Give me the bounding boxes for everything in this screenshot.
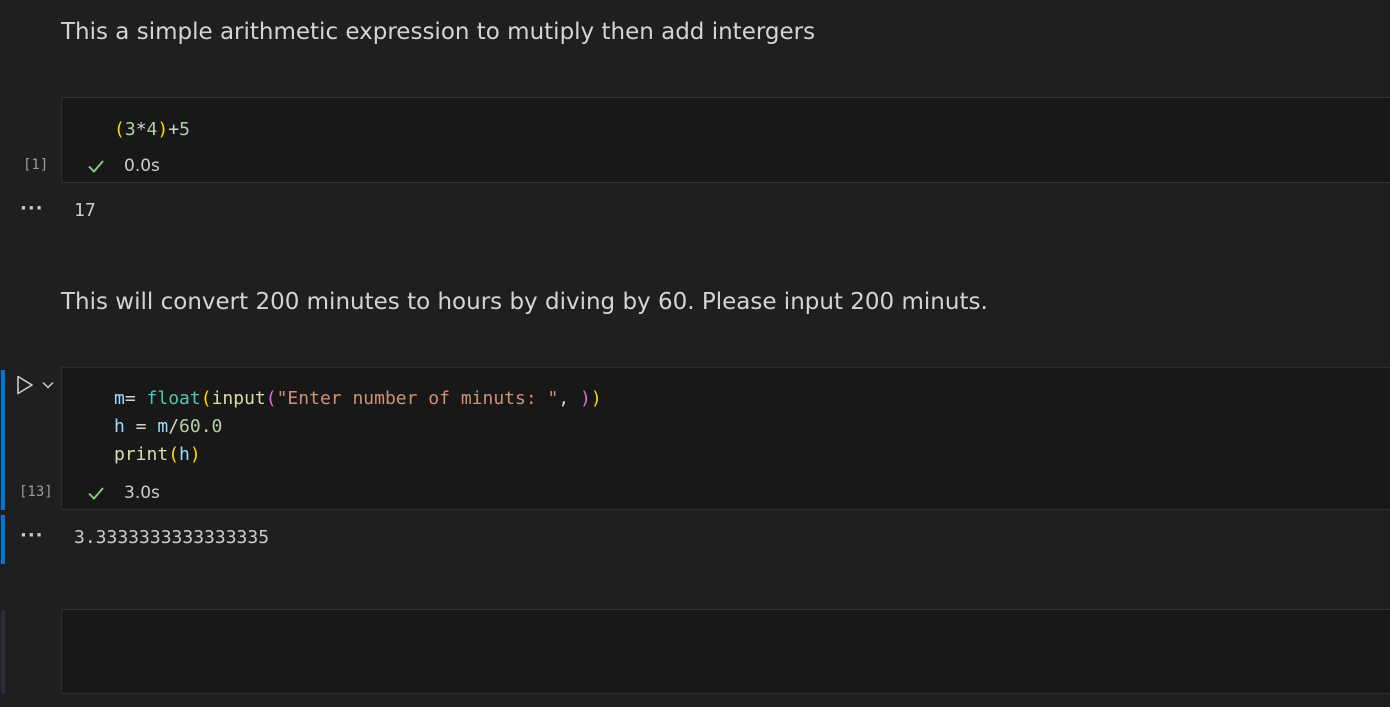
output-more-actions-icon[interactable]: ··· xyxy=(20,198,44,219)
code-cell-arithmetic[interactable]: (3*4)+5 0.0s xyxy=(61,97,1390,183)
execution-count: [1] xyxy=(23,157,49,173)
code-token: , xyxy=(558,388,581,409)
code-token: 60.0 xyxy=(179,416,223,437)
code-token: print xyxy=(114,444,169,465)
chevron-down-icon[interactable] xyxy=(41,378,55,392)
cell-indicator xyxy=(1,610,5,694)
code-editor[interactable]: m= float(input("Enter number of minuts: … xyxy=(114,385,602,469)
code-token: ) xyxy=(157,119,169,140)
code-token: m xyxy=(157,416,169,437)
code-token: = xyxy=(124,416,158,437)
code-cell-convert-minutes[interactable]: m= float(input("Enter number of minuts: … xyxy=(61,367,1390,510)
cell-output: 17 xyxy=(74,200,96,221)
code-token: h xyxy=(179,444,190,465)
code-token: ( xyxy=(265,388,277,409)
code-line[interactable]: print(h) xyxy=(114,441,602,469)
code-token: + xyxy=(168,119,180,140)
code-token: = xyxy=(124,388,147,409)
output-focus-indicator xyxy=(1,515,5,564)
code-token: "Enter number of minuts: " xyxy=(276,388,559,409)
code-token: ( xyxy=(200,388,212,409)
cell-output: 3.3333333333333335 xyxy=(74,527,270,548)
check-icon xyxy=(88,487,104,500)
code-line[interactable]: (3*4)+5 xyxy=(114,116,190,144)
code-token: 4 xyxy=(146,119,158,140)
output-more-actions-icon[interactable]: ··· xyxy=(20,525,44,546)
execution-time: 0.0s xyxy=(124,156,160,176)
code-token: float xyxy=(146,388,201,409)
code-token: / xyxy=(168,416,180,437)
notebook-editor: This a simple arithmetic expression to m… xyxy=(0,0,1390,707)
code-token: 3 xyxy=(124,119,136,140)
code-token: ) xyxy=(580,388,591,409)
code-token: m xyxy=(114,388,125,409)
code-token: ( xyxy=(114,119,125,140)
code-line[interactable]: h = m/60.0 xyxy=(114,413,602,441)
run-controls xyxy=(14,374,55,396)
code-token: ( xyxy=(168,444,180,465)
execution-status: 0.0s xyxy=(86,156,160,176)
execution-status: 3.0s xyxy=(86,483,160,503)
code-token: ) xyxy=(189,444,201,465)
check-icon xyxy=(88,160,104,173)
code-editor[interactable]: (3*4)+5 xyxy=(114,116,190,144)
code-token: * xyxy=(135,119,147,140)
code-token: input xyxy=(211,388,266,409)
run-cell-icon[interactable] xyxy=(14,374,36,396)
code-token: ) xyxy=(590,388,602,409)
code-token: 5 xyxy=(179,119,190,140)
execution-time: 3.0s xyxy=(124,483,160,503)
cell-focus-indicator xyxy=(1,370,5,510)
execution-count: [13] xyxy=(19,484,53,500)
markdown-cell-conversion[interactable]: This will convert 200 minutes to hours b… xyxy=(61,289,988,315)
markdown-cell-intro[interactable]: This a simple arithmetic expression to m… xyxy=(61,19,815,45)
code-cell-empty[interactable] xyxy=(61,609,1390,694)
code-token: h xyxy=(114,416,125,437)
code-line[interactable]: m= float(input("Enter number of minuts: … xyxy=(114,385,602,413)
